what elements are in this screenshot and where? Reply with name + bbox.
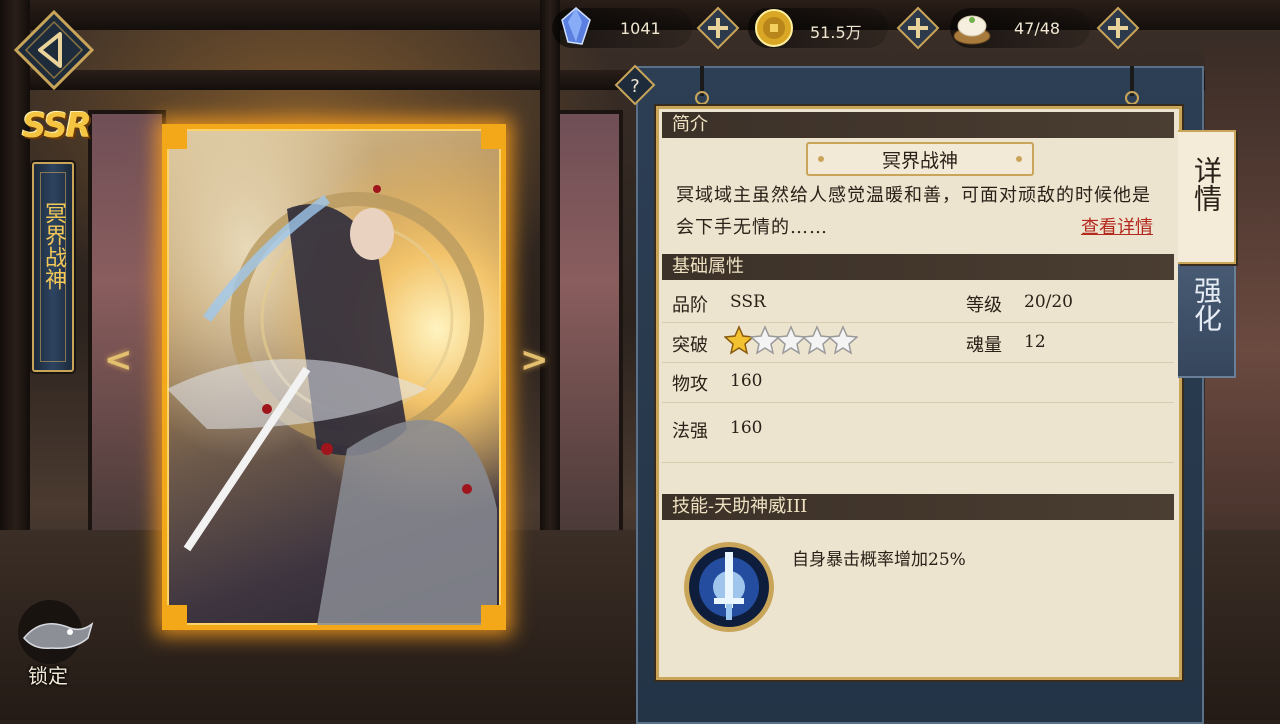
hero-title-plate: 冥界战神 [806,142,1034,176]
stamina-count: 47/48 [1014,19,1061,38]
grade-label: 品阶 [672,295,708,316]
phys-atk-value: 160 [730,371,763,391]
add-coins-button[interactable] [896,6,940,50]
gems-count: 1041 [620,19,661,38]
card-corner [481,605,501,625]
breakthrough-label: 突破 [672,335,708,356]
plate-dot [818,156,824,162]
magic-power-value: 160 [730,418,763,438]
intro-header: 简介 [662,112,1174,138]
hero-card-art[interactable] [162,124,506,630]
level-label: 等级 [966,295,1002,316]
crystal-icon [561,7,591,45]
hero-name-banner: 冥界战神 [32,162,74,372]
gold-coin-icon [755,9,793,47]
hero-name-vertical: 冥界战神 [41,202,66,290]
paper-screen-right [555,110,623,538]
rarity-badge: SSR [22,106,92,146]
level-value: 20/20 [1024,292,1073,312]
magic-power-label: 法强 [672,421,708,442]
tab-enhance-label: 强化 [1190,276,1223,332]
card-corner [481,129,501,149]
lock-label: 锁定 [28,664,68,688]
hanger-hook [1125,66,1139,105]
card-corner [167,605,187,625]
tab-details-label: 详情 [1190,156,1223,212]
bun-basket-icon [953,15,991,45]
attr-header: 基础属性 [662,254,1174,280]
view-details-link[interactable]: 查看详情 [1081,213,1153,239]
grade-value: SSR [730,292,766,312]
help-button[interactable]: ? [614,64,656,106]
skill-header: 技能-天助神威III [662,494,1174,520]
tab-details[interactable]: 详情 [1178,130,1236,264]
sword-skill-icon[interactable] [682,540,776,634]
hanger-hook [695,66,709,105]
next-hero-arrow[interactable]: > [520,340,549,380]
star-empty-icon [828,325,858,355]
prev-hero-arrow[interactable]: < [104,340,133,380]
add-stamina-button[interactable] [1096,6,1140,50]
card-corner [167,129,187,149]
back-button[interactable] [14,10,94,90]
soul-value: 12 [1024,332,1046,352]
skill-description: 自身暴击概率增加25% [792,550,966,570]
add-gems-button[interactable] [696,6,740,50]
tab-enhance[interactable]: 强化 [1178,252,1236,378]
help-icon: ? [630,76,640,97]
hero-illustration [167,185,497,625]
coins-count: 51.5万 [810,23,862,42]
soul-label: 魂量 [966,335,1002,356]
phys-atk-label: 物攻 [672,374,708,395]
plate-dot [1016,156,1022,162]
hero-title: 冥界战神 [881,149,958,172]
